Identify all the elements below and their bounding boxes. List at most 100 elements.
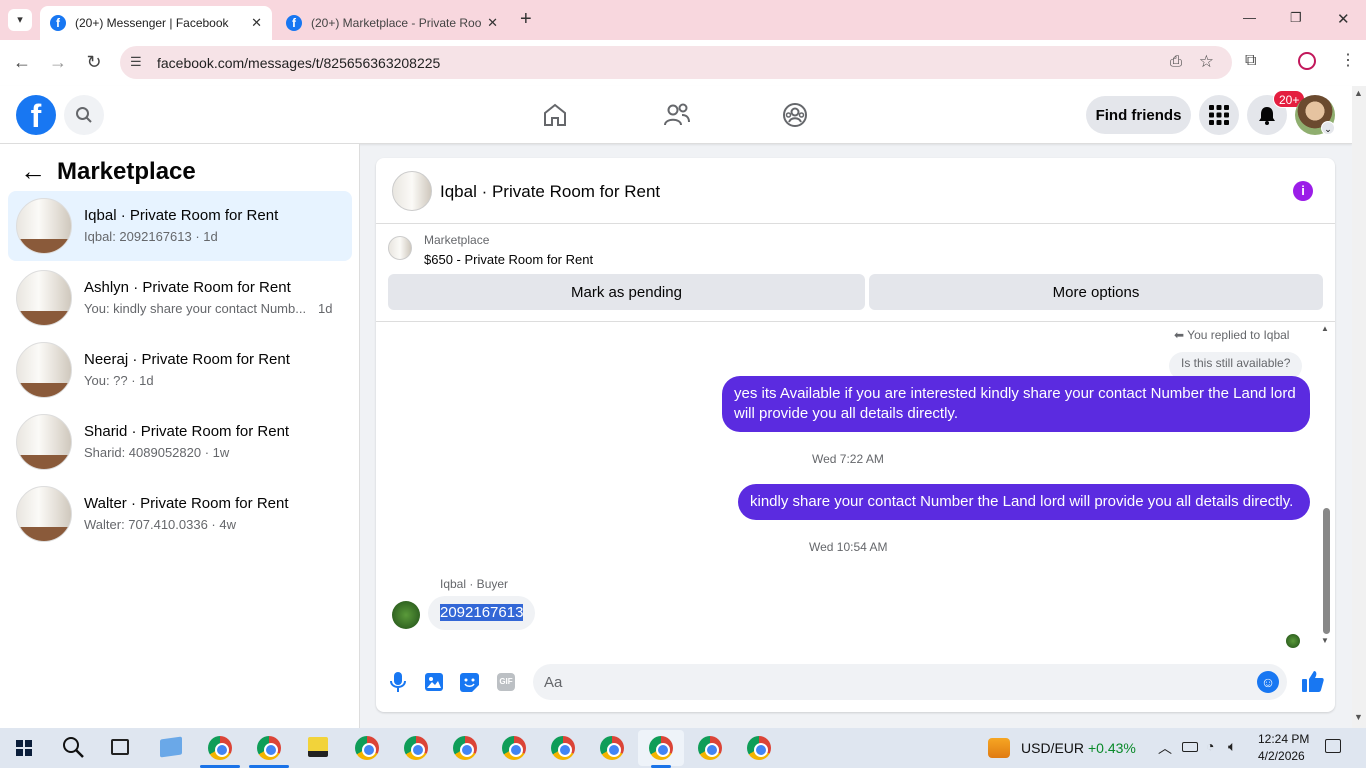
notification-center-icon[interactable] [1325,739,1341,753]
new-tab-button[interactable]: + [520,8,532,31]
home-nav-button[interactable] [542,102,568,133]
task-view-icon[interactable] [111,739,129,755]
emoji-icon[interactable]: ☺ [1257,671,1279,693]
incoming-message[interactable]: 2092167613 [428,596,536,630]
bell-icon [1259,107,1275,125]
more-options-button[interactable]: More options [869,274,1323,310]
wifi-icon[interactable]: ◔ [1206,738,1214,754]
listing-title[interactable]: $650 - Private Room for Rent [424,252,593,267]
conversation-item[interactable]: Iqbal · Private Room for Rent Iqbal: 209… [8,191,352,261]
account-chevron-icon[interactable]: ⌄ [1321,121,1335,135]
chrome-profile-icon[interactable] [208,736,232,760]
battery-icon[interactable] [1182,742,1198,752]
listing-thumbnail[interactable] [388,236,412,260]
install-app-icon[interactable]: ⎙ [1170,53,1182,70]
mark-as-pending-button[interactable]: Mark as pending [388,274,865,310]
conversation-preview: Iqbal: 2092167613 · 1d [84,229,218,244]
minimize-button[interactable]: — [1243,10,1256,25]
friends-nav-button[interactable] [663,102,691,133]
back-arrow-icon[interactable]: ← [10,52,34,73]
sticky-notes-icon[interactable] [308,737,328,757]
find-friends-button[interactable]: Find friends [1086,96,1191,134]
chrome-icon[interactable] [502,736,526,760]
reply-indicator: ⬅ You replied to Iqbal [1174,328,1289,342]
chat-panel: Iqbal · Private Room for Rent i Marketpl… [376,158,1335,712]
chrome-icon[interactable] [600,736,624,760]
chat-title[interactable]: Iqbal · Private Room for Rent [440,182,660,202]
gif-button[interactable]: GIF [497,673,515,691]
groups-nav-button[interactable] [782,102,808,133]
currency-pair[interactable]: USD/EUR [1021,740,1084,756]
conversation-preview: Sharid: 4089052820 · 1w [84,445,230,460]
conversation-item[interactable]: Walter · Private Room for Rent Walter: 7… [8,479,352,549]
like-button[interactable] [1302,670,1324,697]
clock-date[interactable]: 4/2/2026 [1258,749,1305,763]
reply-arrow-icon: ⬅ [1174,328,1188,342]
scroll-down-arrow-icon[interactable]: ▼ [1354,712,1363,722]
outgoing-message[interactable]: yes its Available if you are interested … [722,376,1310,432]
chrome-icon[interactable] [649,736,673,760]
address-bar[interactable]: ☰ facebook.com/messages/t/82565636320822… [120,46,1232,79]
voice-clip-button[interactable] [390,672,406,697]
facebook-logo-icon[interactable]: f [16,95,56,135]
currency-widget-icon[interactable] [988,738,1010,758]
conversation-preview: Walter: 707.410.0336 · 4w [84,517,236,532]
listing-label: Marketplace [424,233,490,247]
incoming-message-text: 2092167613 [440,604,524,621]
volume-icon[interactable]: 🔈︎ [1228,738,1236,755]
page-scrollbar[interactable]: ▲ ▼ [1352,86,1366,728]
close-window-button[interactable]: ✕ [1337,10,1350,28]
scroll-down-arrow-icon[interactable]: ▼ [1321,636,1329,645]
conversation-item[interactable]: Sharid · Private Room for Rent Sharid: 4… [8,407,352,477]
buyer-avatar[interactable] [392,601,420,629]
forward-arrow-icon[interactable]: → [46,52,70,73]
chrome-icon[interactable] [453,736,477,760]
tab-marketplace[interactable]: f (20+) Marketplace - Private Roo ✕ [276,6,508,40]
sticker-button[interactable] [460,673,479,697]
scroll-up-arrow-icon[interactable]: ▲ [1321,324,1329,333]
message-input[interactable]: Aa ☺ [533,664,1287,700]
conversation-preview: You: kindly share your contact Numb... [84,301,307,316]
chat-scrollbar[interactable]: ▲ ▼ [1321,324,1331,650]
extensions-icon[interactable]: ⧉ [1245,52,1256,70]
chrome-icon[interactable] [747,736,771,760]
bookmark-star-icon[interactable]: ☆ [1199,52,1214,72]
chrome-icon[interactable] [698,736,722,760]
search-icon [76,107,92,123]
clock-time[interactable]: 12:24 PM [1258,732,1309,746]
chat-listing-avatar[interactable] [392,171,432,211]
chrome-profile-icon[interactable] [257,736,281,760]
tab-title: (20+) Messenger | Facebook [75,16,229,30]
conversation-item[interactable]: Ashlyn · Private Room for Rent You: kind… [8,263,352,333]
windows-start-icon[interactable] [16,740,32,756]
scrollbar-thumb[interactable] [1323,508,1330,634]
reload-icon[interactable]: ↻ [82,52,106,73]
scroll-up-arrow-icon[interactable]: ▲ [1354,88,1363,98]
info-icon[interactable]: i [1293,181,1313,201]
search-button[interactable] [64,95,104,135]
back-arrow-icon[interactable]: ← [20,156,46,187]
conversation-name: Ashlyn · Private Room for Rent [84,279,291,296]
outgoing-message[interactable]: kindly share your contact Number the Lan… [738,484,1310,520]
site-info-icon[interactable]: ☰ [130,54,142,70]
tab-messenger[interactable]: f (20+) Messenger | Facebook ✕ [40,6,272,40]
tab-search-button[interactable]: ▾ [8,9,32,31]
conversation-item[interactable]: Neeraj · Private Room for Rent You: ?? ·… [8,335,352,405]
attach-photo-button[interactable] [425,673,443,696]
profile-icon[interactable] [1298,52,1316,70]
chrome-icon[interactable] [355,736,379,760]
sticker-icon [460,673,479,692]
chrome-icon[interactable] [551,736,575,760]
taskbar-search-icon[interactable] [62,736,84,763]
browser-menu-icon[interactable]: ⋮ [1340,50,1356,70]
chrome-icon[interactable] [404,736,428,760]
restore-button[interactable]: ❐ [1290,10,1302,26]
listing-thumbnail [16,486,72,542]
tab-close-icon[interactable]: ✕ [487,15,498,31]
file-explorer-icon[interactable] [160,736,182,758]
photo-icon [425,673,443,691]
tray-chevron-icon[interactable]: ︿ [1158,738,1172,758]
tab-close-icon[interactable]: ✕ [251,15,262,31]
menu-button[interactable] [1199,95,1239,135]
marketplace-conversation-list: ← Marketplace Iqbal · Private Room for R… [0,144,360,728]
